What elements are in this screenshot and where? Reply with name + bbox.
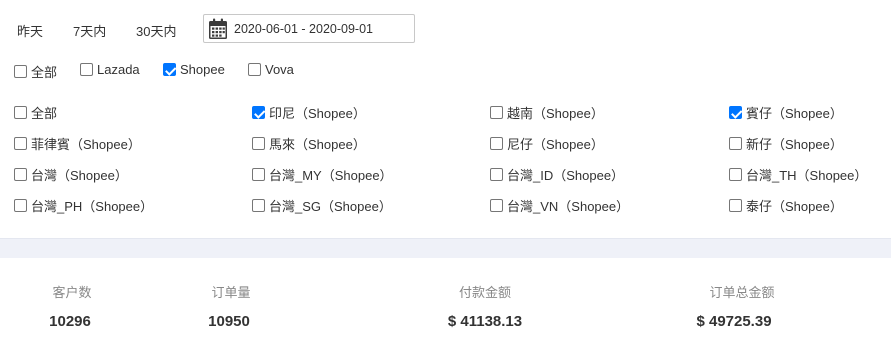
checkbox[interactable]	[248, 63, 261, 76]
platform-label: 全部	[31, 65, 58, 80]
store-checkbox-taiwan-vn[interactable]: 台灣_VN（Shopee）	[490, 196, 629, 215]
store-checkbox-taiwan-sg[interactable]: 台灣_SG（Shopee）	[252, 196, 392, 215]
store-label: 台灣_VN（Shopee）	[507, 199, 630, 214]
store-checkbox-bin-zai[interactable]: 賓仔（Shopee）	[729, 103, 843, 122]
checkbox[interactable]	[729, 137, 742, 150]
stat-value-customers: 10296	[49, 313, 91, 330]
store-label: 台灣_PH（Shopee）	[31, 199, 154, 214]
date-filter-bar: 昨天 7天内 30天内 2020-06-01 - 2020-09-01	[0, 14, 891, 43]
store-label: 泰仔（Shopee）	[746, 199, 843, 214]
store-label: 全部	[31, 106, 58, 121]
checkbox-checked[interactable]	[163, 63, 176, 76]
platform-filter: 全部 Lazada Shopee Vova	[0, 62, 891, 80]
checkbox[interactable]	[14, 106, 27, 119]
checkbox[interactable]	[14, 137, 27, 150]
store-checkbox-taiwan-th[interactable]: 台灣_TH（Shopee）	[729, 165, 867, 184]
calendar-icon	[209, 18, 227, 39]
store-checkbox-taiwan-my[interactable]: 台灣_MY（Shopee）	[252, 165, 393, 184]
checkbox-checked[interactable]	[252, 106, 265, 119]
store-checkbox-vietnam[interactable]: 越南（Shopee）	[490, 103, 604, 122]
checkbox[interactable]	[252, 199, 265, 212]
store-checkbox-xin-zai[interactable]: 新仔（Shopee）	[729, 134, 843, 153]
store-checkbox-taiwan-id[interactable]: 台灣_ID（Shopee）	[490, 165, 624, 184]
checkbox[interactable]	[80, 63, 93, 76]
store-label: 越南（Shopee）	[507, 106, 604, 121]
store-checkbox-ni-zai[interactable]: 尼仔（Shopee）	[490, 134, 604, 153]
platform-label: Shopee	[180, 62, 225, 77]
stat-value-orders: 10950	[208, 313, 250, 330]
checkbox[interactable]	[14, 199, 27, 212]
stat-label-orders: 订单量	[211, 285, 251, 300]
store-checkbox-all[interactable]: 全部	[14, 103, 57, 122]
platform-label: Vova	[265, 62, 294, 77]
store-label: 新仔（Shopee）	[746, 137, 843, 152]
platform-checkbox-all[interactable]: 全部	[14, 62, 57, 81]
store-checkbox-malaysia[interactable]: 馬來（Shopee）	[252, 134, 366, 153]
quick-range-yesterday[interactable]: 昨天	[17, 21, 43, 40]
store-label: 台灣_ID（Shopee）	[507, 168, 625, 183]
store-label: 台灣_TH（Shopee）	[746, 168, 868, 183]
checkbox[interactable]	[490, 137, 503, 150]
stat-value-order-total: $ 49725.39	[696, 313, 772, 330]
checkbox[interactable]	[252, 168, 265, 181]
quick-range-30-days[interactable]: 30天内	[136, 21, 176, 40]
platform-label: Lazada	[97, 62, 140, 77]
platform-checkbox-shopee[interactable]: Shopee	[163, 62, 225, 77]
store-label: 賓仔（Shopee）	[746, 106, 843, 121]
checkbox[interactable]	[490, 199, 503, 212]
store-label: 台灣（Shopee）	[31, 168, 128, 183]
store-checkbox-indonesia[interactable]: 印尼（Shopee）	[252, 103, 366, 122]
quick-range-7-days[interactable]: 7天内	[73, 21, 106, 40]
checkbox-checked[interactable]	[729, 106, 742, 119]
store-label: 菲律賓（Shopee）	[31, 137, 141, 152]
store-label: 台灣_SG（Shopee）	[269, 199, 392, 214]
checkbox[interactable]	[14, 65, 27, 78]
store-checkbox-philippines[interactable]: 菲律賓（Shopee）	[14, 134, 141, 153]
date-range-input[interactable]: 2020-06-01 - 2020-09-01	[203, 14, 415, 43]
store-label: 尼仔（Shopee）	[507, 137, 604, 152]
section-divider	[0, 238, 891, 258]
checkbox[interactable]	[490, 106, 503, 119]
stat-label-customers: 客户数	[52, 285, 92, 300]
checkbox[interactable]	[729, 168, 742, 181]
store-checkbox-tai-zai[interactable]: 泰仔（Shopee）	[729, 196, 843, 215]
stat-label-order-total: 订单总金额	[709, 285, 775, 300]
checkbox[interactable]	[252, 137, 265, 150]
date-range-value: 2020-06-01 - 2020-09-01	[234, 22, 373, 36]
store-checkbox-taiwan[interactable]: 台灣（Shopee）	[14, 165, 128, 184]
platform-checkbox-lazada[interactable]: Lazada	[80, 62, 140, 77]
stat-value-paid-amount: $ 41138.13	[447, 313, 523, 330]
store-label: 印尼（Shopee）	[269, 106, 366, 121]
store-checkbox-taiwan-ph[interactable]: 台灣_PH（Shopee）	[14, 196, 153, 215]
checkbox[interactable]	[14, 168, 27, 181]
platform-checkbox-vova[interactable]: Vova	[248, 62, 294, 77]
checkbox[interactable]	[729, 199, 742, 212]
store-label: 台灣_MY（Shopee）	[269, 168, 393, 183]
store-label: 馬來（Shopee）	[269, 137, 366, 152]
stat-label-paid-amount: 付款金额	[458, 285, 512, 300]
checkbox[interactable]	[490, 168, 503, 181]
